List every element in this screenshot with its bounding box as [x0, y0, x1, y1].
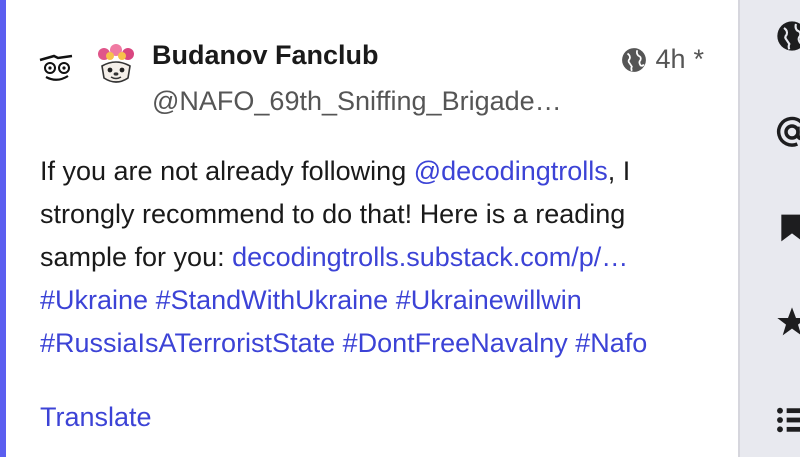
- post-card[interactable]: Budanov Fanclub @NAFO_69th_Sniffing_Brig…: [0, 0, 738, 457]
- content-text: If you are not already following: [40, 156, 414, 186]
- globe-icon[interactable]: [776, 20, 800, 52]
- bookmark-icon[interactable]: [776, 212, 800, 244]
- avatar[interactable]: [94, 44, 138, 88]
- star-icon[interactable]: [776, 306, 800, 338]
- hashtag-link[interactable]: #DontFreeNavalny: [343, 328, 568, 358]
- content-text: , I: [607, 156, 631, 186]
- content-line-2: strongly recommend to do that! Here is a…: [40, 199, 626, 229]
- at-icon[interactable]: [776, 116, 800, 148]
- hashtag-link[interactable]: #StandWithUkraine: [156, 285, 389, 315]
- secondary-avatar[interactable]: [36, 50, 76, 84]
- display-name[interactable]: Budanov Fanclub: [152, 40, 379, 71]
- translate-button[interactable]: Translate: [40, 402, 152, 433]
- post-meta: 4h *: [621, 44, 704, 75]
- list-icon[interactable]: [776, 404, 800, 436]
- content-text: sample for you:: [40, 242, 233, 272]
- hashtag-link[interactable]: #Ukraine: [40, 285, 148, 315]
- mention-link[interactable]: @decodingtrolls: [414, 156, 608, 186]
- hashtag-line-2: #RussiaIsATerroristState #DontFreeNavaln…: [40, 322, 730, 365]
- sidebar-nav: [740, 0, 800, 457]
- account-handle[interactable]: @NAFO_69th_Sniffing_Brigade…: [152, 86, 562, 117]
- edited-marker: *: [693, 44, 704, 74]
- post-content: If you are not already following @decodi…: [40, 150, 730, 365]
- hashtag-link[interactable]: #Nafo: [575, 328, 647, 358]
- content-line-3: sample for you: decodingtrolls.substack.…: [40, 236, 730, 279]
- globe-icon: [622, 47, 647, 72]
- content-line-1: If you are not already following @decodi…: [40, 150, 730, 193]
- url-link[interactable]: decodingtrolls.substack.com/p/…: [232, 242, 628, 272]
- hashtag-link[interactable]: #Ukrainewillwin: [396, 285, 582, 315]
- screen: Budanov Fanclub @NAFO_69th_Sniffing_Brig…: [0, 0, 800, 457]
- hashtag-link[interactable]: #RussiaIsATerroristState: [40, 328, 335, 358]
- post-timestamp[interactable]: 4h: [655, 44, 685, 75]
- hashtag-line-1: #Ukraine #StandWithUkraine #Ukrainewillw…: [40, 279, 730, 322]
